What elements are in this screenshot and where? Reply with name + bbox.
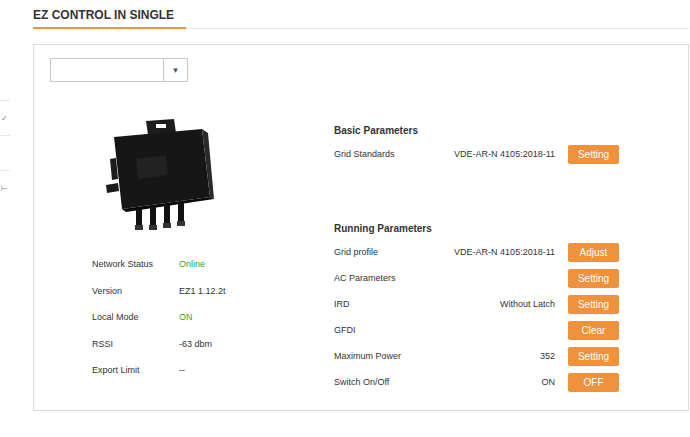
status-row: Network StatusOnline [50,251,334,278]
page: ✓⊢EZ CONTROL IN SINGLE▼Network StatusOnl… [0,0,690,437]
status-label: Network Status [92,259,179,269]
device-select[interactable]: ▼ [50,58,188,82]
parameter-button[interactable]: Setting [568,295,619,314]
status-value: Online [179,259,334,269]
status-value: EZ1 1.12.2t [179,286,334,296]
parameter-value: Without Latch [443,299,555,309]
parameter-label: GFDI [334,325,430,335]
status-label: Local Mode [92,312,179,322]
parameter-label: Grid Standards [334,149,430,159]
sidebar-item[interactable]: ⊢ [0,170,10,205]
parameter-button[interactable]: Setting [568,269,619,288]
parameter-row: GFDI Clear [334,317,672,343]
parameter-row: Switch On/Off ON OFF [334,369,672,395]
parameter-button[interactable]: OFF [568,373,619,392]
parameters-column: Basic Parameters Grid Standards VDE-AR-N 4… [334,58,672,397]
main: EZ CONTROL IN SINGLE ▼ Network StatusOnlin… [10,0,690,437]
section-title: Running Parameters [334,217,672,239]
parameter-button[interactable]: Adjust [568,243,619,262]
parameter-row: Grid profile VDE-AR-N 4105:2018-11 Adjust [334,239,672,265]
parameter-value: 352 [443,351,555,361]
header: EZ CONTROL IN SINGLE [33,8,689,29]
section-title: Basic Parameters [334,119,672,141]
parameter-value: VDE-AR-N 4105:2018-11 [443,247,555,257]
device-image [50,119,334,234]
parameter-row: AC Parameters Setting [334,265,672,291]
parameter-row: Grid Standards VDE-AR-N 4105:2018-11 Setti… [334,141,672,167]
status-row: RSSI-63 dbm [50,331,334,358]
parameter-label: Maximum Power [334,351,430,361]
parameter-button[interactable]: Setting [568,145,619,164]
page-title: EZ CONTROL IN SINGLE [33,8,186,29]
parameter-button[interactable]: Clear [568,321,619,340]
inverter-icon [106,119,216,234]
status-row: Local ModeON [50,304,334,331]
parameter-button[interactable]: Setting [568,347,619,366]
parameter-label: AC Parameters [334,273,430,283]
status-value: -- [179,365,334,375]
sidebar: ✓⊢ [0,0,10,437]
status-row: Export Limit-- [50,357,334,384]
device-column: ▼Network StatusOnlineVersionEZ1 1.12.2tL… [50,58,334,397]
select-value[interactable] [51,59,163,81]
select-arrow[interactable]: ▼ [163,59,187,81]
status-label: Version [92,286,179,296]
parameter-label: IRD [334,299,430,309]
status-label: Export Limit [92,365,179,375]
parameter-value: VDE-AR-N 4105:2018-11 [443,149,555,159]
status-value: ON [179,312,334,322]
status-table: Network StatusOnlineVersionEZ1 1.12.2tLo… [50,251,334,384]
status-value: -63 dbm [179,339,334,349]
panel: ▼Network StatusOnlineVersionEZ1 1.12.2tL… [33,44,689,411]
sidebar-item[interactable] [0,135,10,170]
status-label: RSSI [92,339,179,349]
parameter-value: ON [443,377,555,387]
sidebar-item[interactable]: ✓ [0,100,10,135]
parameter-row: Maximum Power 352 Setting [334,343,672,369]
parameter-row: IRD Without Latch Setting [334,291,672,317]
parameter-label: Grid profile [334,247,430,257]
parameter-label: Switch On/Off [334,377,430,387]
status-row: VersionEZ1 1.12.2t [50,278,334,305]
